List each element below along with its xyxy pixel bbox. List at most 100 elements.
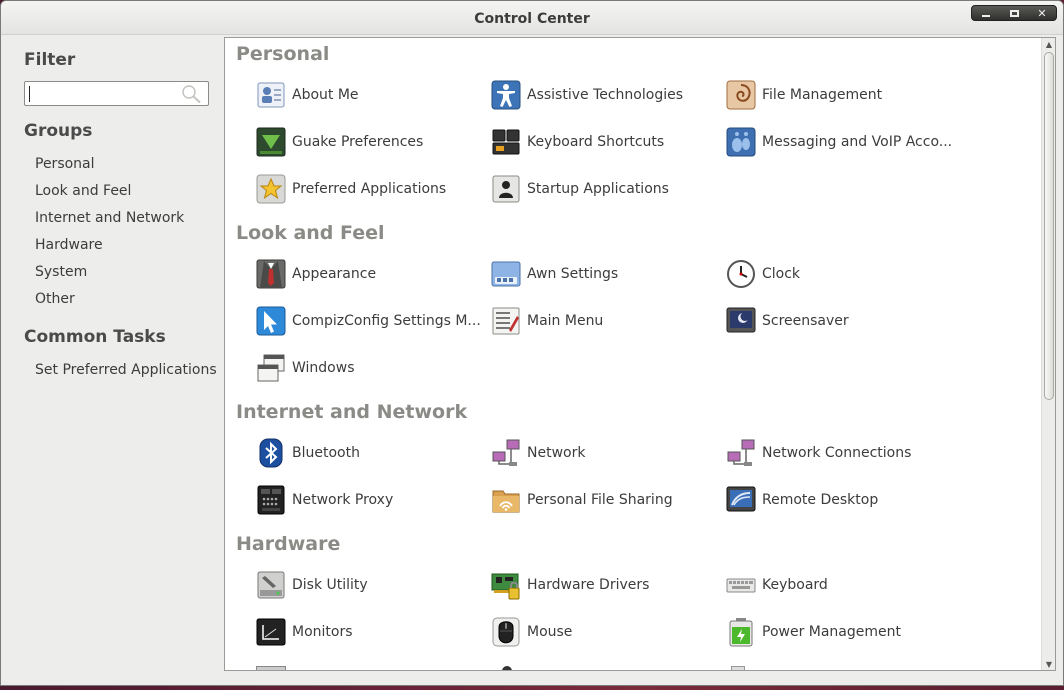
clock-icon [725,258,757,290]
accessibility-icon [490,79,522,111]
applet-mouse[interactable]: Mouse [490,615,572,649]
applet-startup-applications[interactable]: Startup Applications [490,172,669,206]
applet-label: Mouse [527,624,573,640]
applet-label: Messaging and VoIP Acco... [762,134,953,150]
main-menu-icon [490,305,522,337]
filter-heading: Filter [24,50,76,70]
applet-label: Keyboard Shortcuts [527,134,665,150]
applet-power-management[interactable]: Power Management [725,615,901,649]
file-sharing-icon [490,484,522,516]
scroll-up-arrow-icon[interactable]: ▲ [1042,38,1055,52]
applet-label: Windows [292,360,355,376]
applet-label: Network Connections [762,445,912,461]
preferred-apps-icon [255,173,287,205]
applet-label: Guake Preferences [292,134,424,150]
applet-network-connections[interactable]: Network Connections [725,436,911,470]
applet-label: Remote Desktop [762,492,879,508]
minimize-icon [982,14,990,17]
group-link-personal[interactable]: Personal [35,156,95,172]
applet-label: Appearance [292,266,377,282]
applet-main-menu[interactable]: Main Menu [490,304,603,338]
applet-label: Main Menu [527,313,604,329]
applet-windows[interactable]: Windows [255,351,355,385]
applet-label: File Management [762,87,883,103]
minimize-button[interactable] [974,6,998,20]
applet-messaging-and-voip[interactable]: Messaging and VoIP Acco... [725,125,952,159]
compiz-icon [255,305,287,337]
startup-apps-icon [490,173,522,205]
network-proxy-icon [255,484,287,516]
screensaver-icon [725,305,757,337]
about-me-icon [255,79,287,111]
group-link-system[interactable]: System [35,264,87,280]
applet-label: Screensaver [762,313,849,329]
applet-label: Awn Settings [527,266,619,282]
applet-keyboard[interactable]: Keyboard [725,568,828,602]
maximize-button[interactable] [1002,6,1026,20]
disk-utility-icon [255,569,287,601]
applet-network-proxy[interactable]: Network Proxy [255,483,393,517]
title-bar[interactable]: Control Center ✕ [1,1,1063,35]
partially-visible-applet-icon [731,666,745,670]
network-connections-icon [725,437,757,469]
close-button[interactable]: ✕ [1030,6,1054,20]
section-title-internet-and-network: Internet and Network [236,401,468,423]
keyboard-icon [725,569,757,601]
applet-label: Keyboard [762,577,828,593]
sidebar: Filter Groups Personal Look and Feel Int… [1,35,223,685]
applet-hardware-drivers[interactable]: Hardware Drivers [490,568,649,602]
applet-personal-file-sharing[interactable]: Personal File Sharing [490,483,673,517]
windows-icon [255,352,287,384]
file-management-icon [725,79,757,111]
search-input[interactable] [24,81,209,106]
close-icon: ✕ [1037,6,1047,20]
group-link-hardware[interactable]: Hardware [35,237,103,253]
applet-label: Preferred Applications [292,181,447,197]
applet-compizconfig[interactable]: CompizConfig Settings M... [255,304,481,338]
remote-desktop-icon [725,484,757,516]
guake-icon [255,126,287,158]
messaging-icon [725,126,757,158]
task-link-set-preferred-applications[interactable]: Set Preferred Applications [35,362,217,378]
applet-label: About Me [292,87,359,103]
vertical-scrollbar[interactable]: ▲ ▼ [1041,38,1055,670]
scrollbar-thumb[interactable] [1044,52,1054,400]
search-icon [182,85,201,104]
applet-about-me[interactable]: About Me [255,78,359,112]
awn-icon [490,258,522,290]
applet-disk-utility[interactable]: Disk Utility [255,568,368,602]
applet-remote-desktop[interactable]: Remote Desktop [725,483,878,517]
appearance-icon [255,258,287,290]
section-title-hardware: Hardware [236,533,341,555]
applet-label: Power Management [762,624,902,640]
applet-assistive-technologies[interactable]: Assistive Technologies [490,78,683,112]
applet-preferred-applications[interactable]: Preferred Applications [255,172,446,206]
bluetooth-icon [255,437,287,469]
applet-label: Network Proxy [292,492,394,508]
applet-screensaver[interactable]: Screensaver [725,304,849,338]
applet-network[interactable]: Network [490,436,585,470]
group-link-look-and-feel[interactable]: Look and Feel [35,183,131,199]
group-link-other[interactable]: Other [35,291,75,307]
applet-guake-preferences[interactable]: Guake Preferences [255,125,423,159]
applet-file-management[interactable]: File Management [725,78,882,112]
applet-appearance[interactable]: Appearance [255,257,376,291]
applet-awn-settings[interactable]: Awn Settings [490,257,618,291]
section-title-personal: Personal [236,43,330,65]
applet-label: Disk Utility [292,577,368,593]
applet-monitors[interactable]: Monitors [255,615,353,649]
groups-heading: Groups [24,121,93,141]
applet-label: Hardware Drivers [527,577,650,593]
applet-label: CompizConfig Settings M... [292,313,481,329]
applet-clock[interactable]: Clock [725,257,800,291]
window-controls: ✕ [971,5,1057,21]
group-link-internet-and-network[interactable]: Internet and Network [35,210,184,226]
partially-visible-applet-icon [502,666,512,670]
control-center-window: Control Center ✕ Filter Groups Personal … [0,0,1064,686]
window-title: Control Center [474,11,590,27]
applet-keyboard-shortcuts[interactable]: Keyboard Shortcuts [490,125,664,159]
scroll-down-arrow-icon[interactable]: ▼ [1042,658,1055,670]
applets-panel: Personal About Me Assistive Technologies… [224,37,1056,671]
applet-bluetooth[interactable]: Bluetooth [255,436,360,470]
hardware-drivers-icon [490,569,522,601]
